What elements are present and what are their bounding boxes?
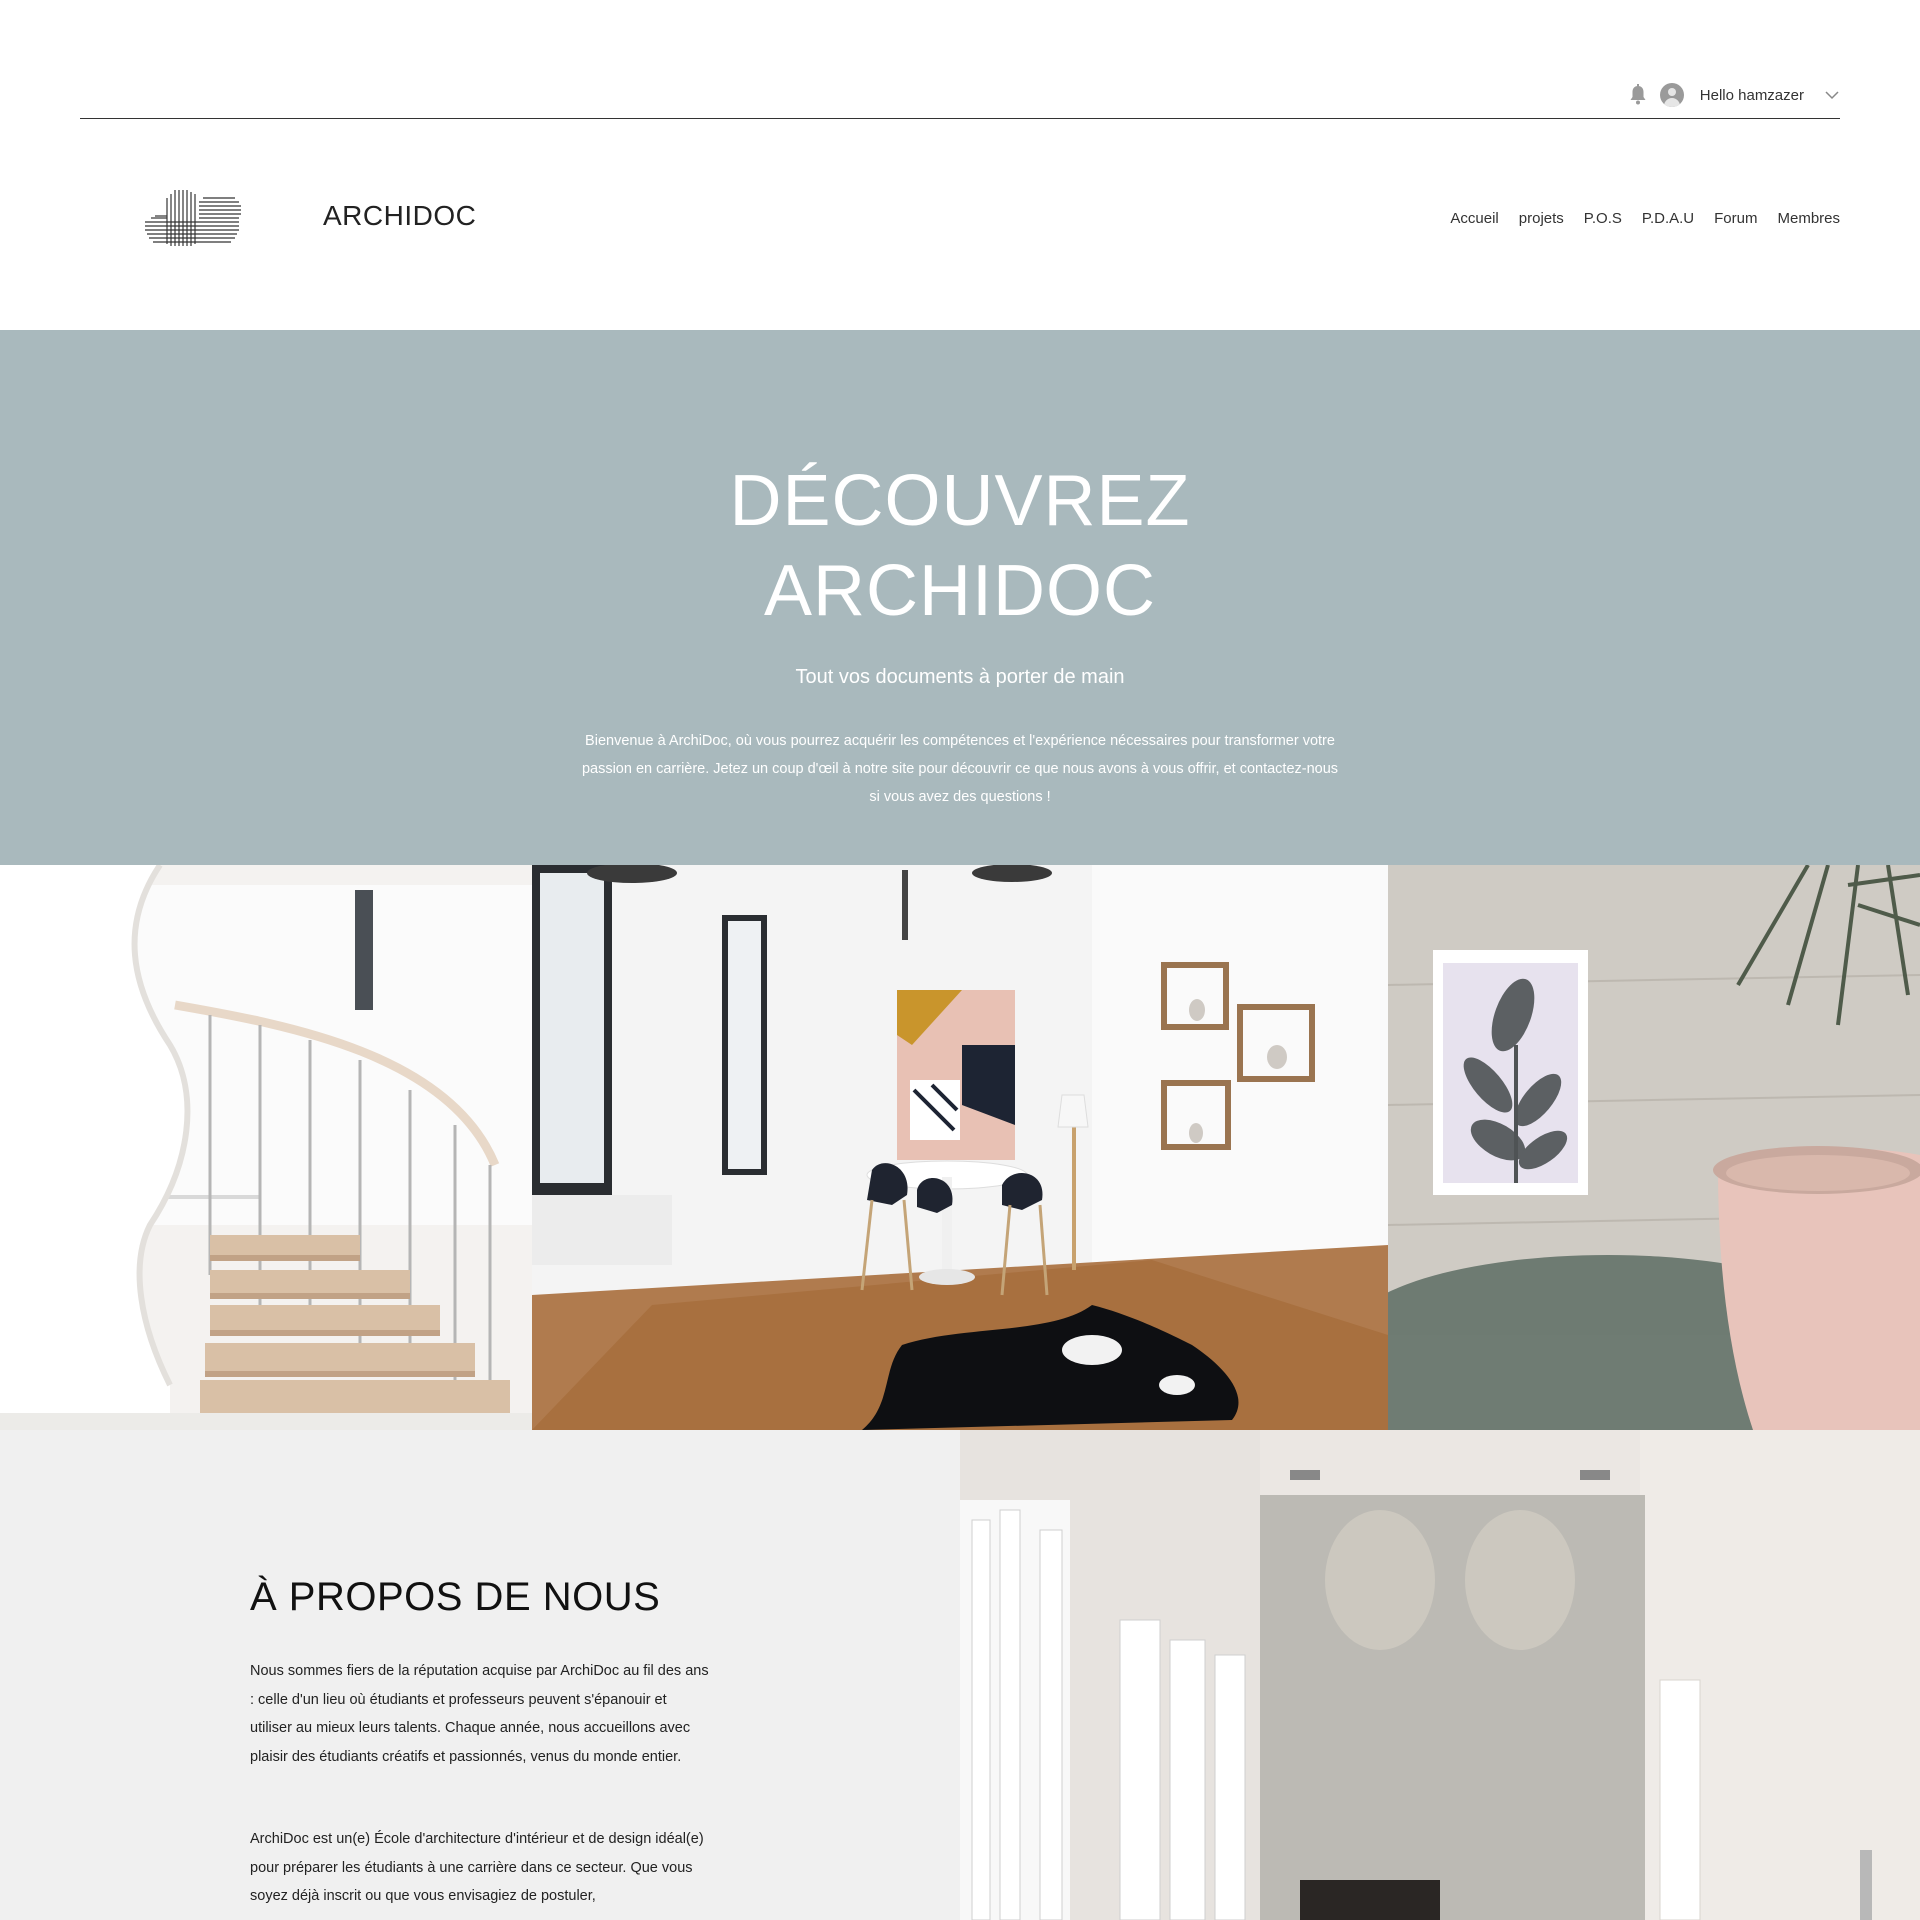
about-paragraph-1: Nous sommes fiers de la réputation acqui… bbox=[250, 1663, 709, 1765]
living-room-image bbox=[960, 1430, 1920, 1920]
hero-title-line2: ARCHIDOC bbox=[763, 551, 1156, 631]
hero-paragraph: Bienvenue à ArchiDoc, où vous pourrez ac… bbox=[560, 727, 1360, 811]
nav-item-membres[interactable]: Membres bbox=[1777, 210, 1840, 227]
top-divider bbox=[80, 118, 1840, 119]
about-title: À PROPOS DE NOUS bbox=[250, 1575, 661, 1619]
decor-image bbox=[1388, 865, 1920, 1430]
hero-title-line1: DÉCOUVREZ bbox=[729, 461, 1191, 541]
user-greeting[interactable]: Hello hamzazer bbox=[1700, 87, 1804, 104]
hero-section: DÉCOUVREZ ARCHIDOC Tout vos documents à … bbox=[0, 330, 1920, 865]
site-title[interactable]: ARCHIDOC bbox=[323, 200, 476, 232]
about-paragraph-2: ArchiDoc est un(e) École d'architecture … bbox=[250, 1831, 704, 1904]
nav-item-accueil[interactable]: Accueil bbox=[1450, 210, 1498, 227]
nav-item-pos[interactable]: P.O.S bbox=[1584, 210, 1622, 227]
hero-paragraph-line3: si vous avez des questions ! bbox=[869, 789, 1051, 805]
building-logo[interactable] bbox=[143, 188, 243, 250]
user-bar: Hello hamzazer bbox=[1628, 80, 1840, 110]
hero-title: DÉCOUVREZ ARCHIDOC bbox=[0, 456, 1920, 636]
bell-icon[interactable] bbox=[1628, 84, 1648, 106]
avatar-icon[interactable] bbox=[1659, 83, 1684, 107]
main-nav: Accueil projets P.O.S P.D.A.U Forum Memb… bbox=[1450, 210, 1840, 227]
hero-paragraph-line1: Bienvenue à ArchiDoc, où vous pourrez ac… bbox=[585, 733, 1335, 749]
chevron-down-icon[interactable] bbox=[1824, 87, 1840, 103]
nav-item-forum[interactable]: Forum bbox=[1714, 210, 1757, 227]
staircase-image bbox=[0, 865, 532, 1430]
nav-item-pdau[interactable]: P.D.A.U bbox=[1642, 210, 1694, 227]
dining-room-image bbox=[532, 865, 1388, 1430]
hero-paragraph-line2: passion en carrière. Jetez un coup d'œil… bbox=[581, 761, 1339, 777]
hero-subtitle: Tout vos documents à porter de main bbox=[795, 666, 1125, 688]
nav-item-projets[interactable]: projets bbox=[1519, 210, 1564, 227]
